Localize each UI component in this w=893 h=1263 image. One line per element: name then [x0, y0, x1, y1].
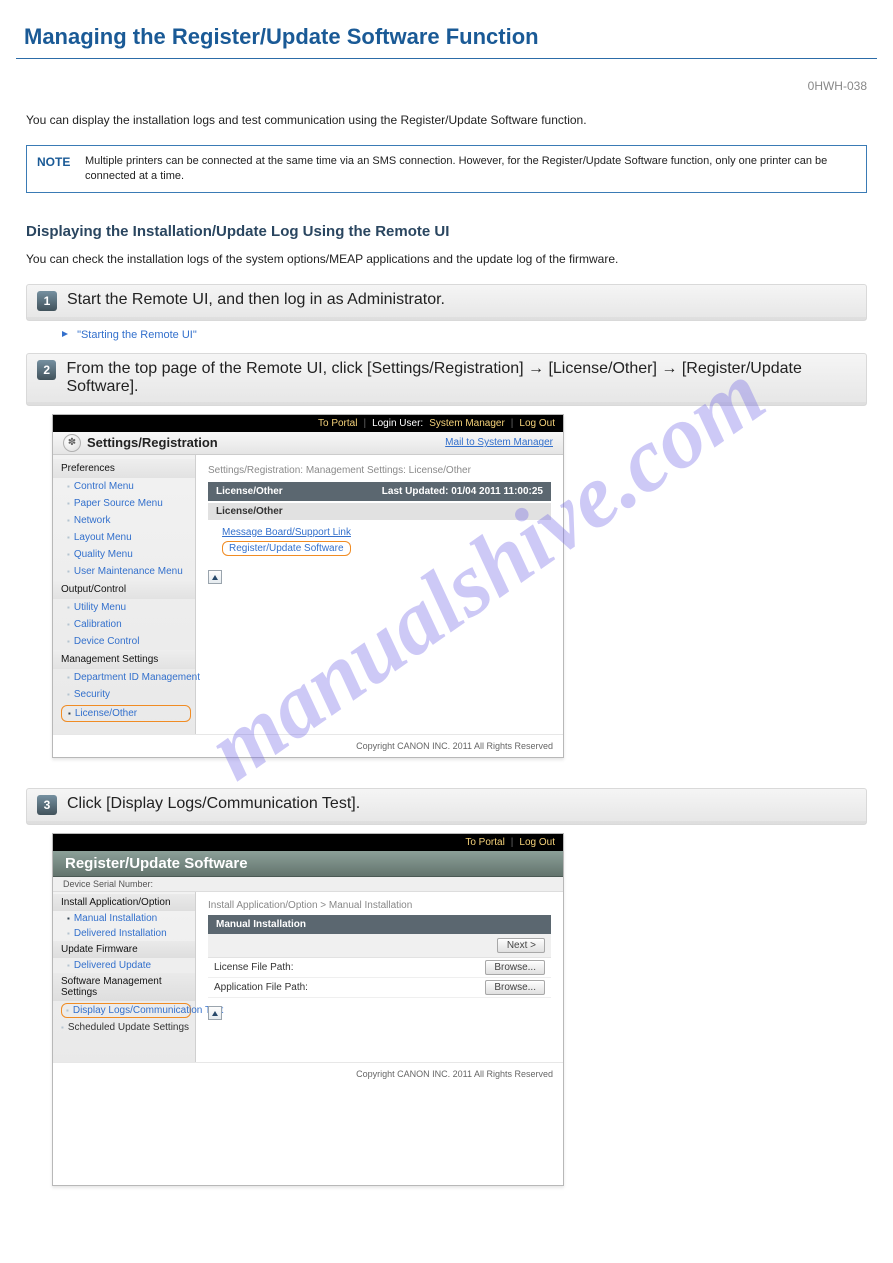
sidebar-item-layout[interactable]: Layout Menu — [53, 529, 195, 546]
app-header: ✽ Settings/Registration Mail to System M… — [53, 432, 563, 455]
sidebar-item-control-menu[interactable]: Control Menu — [53, 478, 195, 495]
row-license-file: License File Path: Browse... — [208, 958, 551, 978]
note-box: NOTE Multiple printers can be connected … — [26, 145, 867, 193]
logout-link[interactable]: Log Out — [519, 837, 555, 848]
panel-header: License/Other Last Updated: 01/04 2011 1… — [208, 482, 551, 501]
sidebar-item-display-logs[interactable]: Display Logs/Communication Test — [61, 1003, 191, 1018]
topbar: To Portal | Log Out — [53, 834, 563, 851]
app-header-title: Register/Update Software — [53, 851, 563, 877]
license-file-label: License File Path: — [214, 962, 294, 973]
topbar: To Portal | Login User: System Manager |… — [53, 415, 563, 432]
subheading-logs: Displaying the Installation/Update Log U… — [26, 223, 867, 240]
panel-header-title: License/Other — [216, 486, 283, 497]
note-label: NOTE — [27, 146, 85, 192]
breadcrumb: Install Application/Option > Manual Inst… — [208, 900, 551, 911]
bullet-icon — [62, 331, 70, 339]
sidebar: Preferences Control Menu Paper Source Me… — [53, 455, 196, 734]
sep: | — [363, 418, 366, 429]
scroll-top-icon[interactable] — [208, 570, 222, 584]
sidebar-cat-mgmt: Management Settings — [53, 650, 195, 669]
screenshot-settings-registration: To Portal | Login User: System Manager |… — [52, 414, 564, 758]
sidebar-item-scheduled-update[interactable]: Scheduled Update Settings — [53, 1020, 195, 1035]
step-3-num: 3 — [37, 795, 57, 815]
sidebar-item-license-other[interactable]: License/Other — [61, 705, 191, 722]
app-header-title: Settings/Registration — [87, 435, 218, 450]
application-file-label: Application File Path: — [214, 982, 308, 993]
next-button[interactable]: Next > — [497, 938, 545, 953]
sidebar-cat-install-app: Install Application/Option — [53, 894, 195, 911]
main-panel: Settings/Registration: Management Settin… — [196, 455, 563, 734]
step-3-title: Click [Display Logs/Communication Test]. — [67, 795, 360, 813]
sidebar-item-quality[interactable]: Quality Menu — [53, 546, 195, 563]
step-3: 3 Click [Display Logs/Communication Test… — [26, 788, 867, 825]
sidebar-cat-software-mgmt: Software Management Settings — [53, 973, 195, 1001]
login-user-label: Login User: — [372, 418, 423, 429]
step-1-num: 1 — [37, 291, 57, 311]
sidebar-item-paper-source[interactable]: Paper Source Menu — [53, 495, 195, 512]
sidebar-cat-output: Output/Control — [53, 580, 195, 599]
panel-header-updated: Last Updated: 01/04 2011 11:00:25 — [382, 486, 543, 497]
sidebar-item-security[interactable]: Security — [53, 686, 195, 703]
browse-button[interactable]: Browse... — [485, 960, 545, 975]
screenshot-register-update-software: To Portal | Log Out Register/Update Soft… — [52, 833, 564, 1186]
mail-system-manager-link[interactable]: Mail to System Manager — [445, 437, 553, 448]
intro-text: You can display the installation logs an… — [26, 111, 867, 129]
login-user[interactable]: System Manager — [429, 418, 505, 429]
doc-code: 0HWH-038 — [26, 77, 867, 95]
subheading-logs-desc: You can check the installation logs of t… — [26, 250, 867, 268]
sidebar-cat-preferences: Preferences — [53, 459, 195, 478]
main-panel: Install Application/Option > Manual Inst… — [196, 892, 563, 1062]
sidebar-item-calibration[interactable]: Calibration — [53, 616, 195, 633]
sidebar-item-device-control[interactable]: Device Control — [53, 633, 195, 650]
panel-header: Manual Installation — [208, 915, 551, 934]
to-portal-link[interactable]: To Portal — [318, 418, 357, 429]
step-1-title: Start the Remote UI, and then log in as … — [67, 291, 445, 309]
copyright: Copyright CANON INC. 2011 All Rights Res… — [53, 1062, 563, 1085]
sidebar-item-utility[interactable]: Utility Menu — [53, 599, 195, 616]
link-register-update-software[interactable]: Register/Update Software — [222, 541, 351, 556]
sidebar-item-delivered-update[interactable]: Delivered Update — [53, 958, 195, 973]
copyright: Copyright CANON INC. 2011 All Rights Res… — [53, 734, 563, 757]
row-app-file: Application File Path: Browse... — [208, 978, 551, 998]
sidebar-cat-update-fw: Update Firmware — [53, 941, 195, 958]
gear-icon: ✽ — [63, 434, 81, 452]
panel-subheader: License/Other — [208, 503, 551, 520]
step-2-title: From the top page of the Remote UI, clic… — [66, 360, 856, 396]
device-serial-bar: Device Serial Number: — [53, 877, 563, 892]
step-2-num: 2 — [37, 360, 56, 380]
sep: | — [511, 418, 514, 429]
step-2: 2 From the top page of the Remote UI, cl… — [26, 353, 867, 406]
sidebar-item-network[interactable]: Network — [53, 512, 195, 529]
divider — [16, 58, 877, 59]
sidebar: Install Application/Option Manual Instal… — [53, 892, 196, 1062]
to-portal-link[interactable]: To Portal — [465, 837, 504, 848]
sidebar-item-manual-install[interactable]: Manual Installation — [53, 911, 195, 926]
step-1: 1 Start the Remote UI, and then log in a… — [26, 284, 867, 321]
logout-link[interactable]: Log Out — [519, 418, 555, 429]
sidebar-item-user-maint[interactable]: User Maintenance Menu — [53, 563, 195, 580]
sidebar-item-dept-id[interactable]: Department ID Management — [53, 669, 195, 686]
starting-remote-ui-link[interactable]: "Starting the Remote UI" — [77, 329, 197, 341]
sidebar-item-delivered-install[interactable]: Delivered Installation — [53, 926, 195, 941]
scroll-top-icon[interactable] — [208, 1006, 222, 1020]
browse-button[interactable]: Browse... — [485, 980, 545, 995]
link-message-board[interactable]: Message Board/Support Link — [222, 526, 537, 539]
step-1-link-row: "Starting the Remote UI" — [62, 329, 867, 341]
note-text: Multiple printers can be connected at th… — [85, 146, 866, 192]
sep: | — [511, 837, 514, 848]
breadcrumb: Settings/Registration: Management Settin… — [208, 465, 551, 476]
page-title: Managing the Register/Update Software Fu… — [16, 20, 877, 54]
